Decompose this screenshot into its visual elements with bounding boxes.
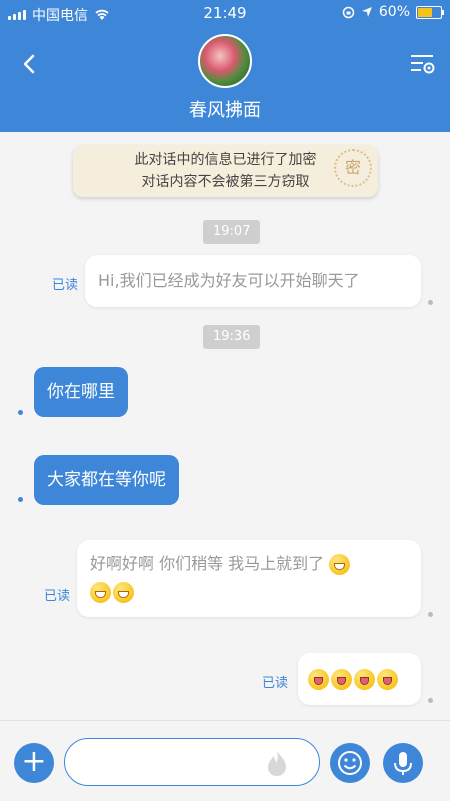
avatar[interactable] bbox=[198, 34, 252, 88]
location-icon bbox=[361, 7, 372, 17]
grin-emoji-icon bbox=[90, 582, 111, 603]
message-emoji-row bbox=[90, 578, 408, 606]
notice-line-2: 对话内容不会被第三方窃取 bbox=[141, 174, 310, 190]
message-bubble-incoming[interactable]: 大家都在等你呢 bbox=[34, 455, 179, 505]
timestamp: 19:36 bbox=[203, 325, 261, 349]
grin-emoji-icon bbox=[329, 554, 351, 575]
message-bubble-incoming[interactable]: 你在哪里 bbox=[34, 367, 128, 417]
timestamp: 19:07 bbox=[203, 220, 261, 244]
battery-icon bbox=[416, 5, 444, 19]
chat-title: 春风拂面 bbox=[189, 100, 261, 121]
chat-settings-icon[interactable] bbox=[408, 50, 436, 78]
encryption-notice: 此对话中的信息已进行了加密 对话内容不会被第三方窃取 密 bbox=[73, 145, 378, 197]
notice-line-1: 此对话中的信息已进行了加密 bbox=[134, 152, 317, 168]
read-receipt: 已读 bbox=[262, 676, 289, 691]
status-right: 60% bbox=[342, 4, 444, 20]
microphone-icon bbox=[394, 752, 412, 775]
message-status-dot bbox=[428, 300, 433, 305]
smiley-icon bbox=[338, 751, 362, 775]
message-status-dot bbox=[18, 497, 23, 502]
message-status-dot bbox=[18, 410, 23, 415]
message-text: 好啊好啊 你们稍等 我马上就到了 bbox=[90, 550, 408, 578]
back-icon[interactable] bbox=[16, 50, 44, 78]
add-attachment-button[interactable]: + bbox=[14, 743, 54, 783]
rotation-lock-icon bbox=[342, 6, 355, 18]
burn-after-reading-icon[interactable] bbox=[262, 748, 292, 778]
read-receipt: 已读 bbox=[44, 589, 71, 604]
grin-emoji-icon bbox=[113, 582, 134, 603]
tongue-emoji-icon bbox=[377, 669, 398, 690]
chat-header: 中国电信 21:49 60% 春风拂面 bbox=[0, 0, 450, 132]
voice-button[interactable] bbox=[383, 743, 423, 783]
message-bubble-outgoing[interactable] bbox=[298, 653, 421, 705]
message-status-dot bbox=[428, 612, 433, 617]
status-bar: 中国电信 21:49 60% bbox=[0, 0, 450, 26]
message-bubble-outgoing[interactable]: Hi,我们已经成为好友可以开始聊天了 bbox=[85, 255, 421, 307]
input-bar: + bbox=[0, 720, 450, 801]
emoji-button[interactable] bbox=[330, 743, 370, 783]
tongue-emoji-icon bbox=[354, 669, 375, 690]
tongue-emoji-icon bbox=[308, 669, 329, 690]
read-receipt: 已读 bbox=[52, 278, 79, 293]
tongue-emoji-icon bbox=[331, 669, 352, 690]
seal-icon: 密 bbox=[334, 149, 372, 187]
message-status-dot bbox=[428, 698, 433, 703]
battery-percent: 60% bbox=[378, 4, 410, 20]
message-bubble-outgoing[interactable]: 好啊好啊 你们稍等 我马上就到了 bbox=[77, 540, 421, 617]
